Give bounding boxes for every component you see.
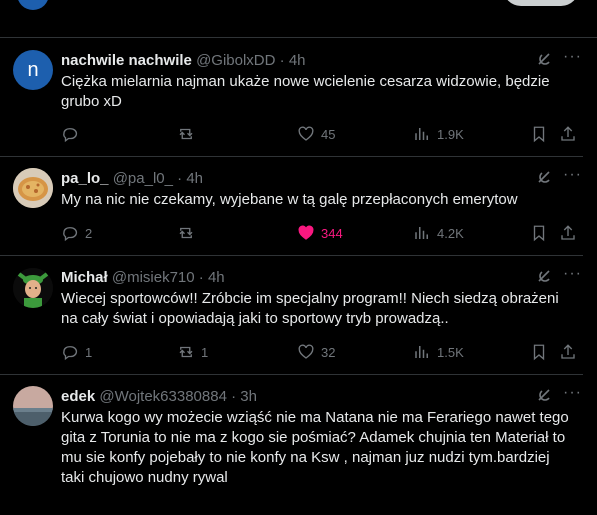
heart-icon <box>298 126 314 141</box>
bookmark-button[interactable] <box>530 124 548 144</box>
separator: · <box>231 388 237 405</box>
views-count: 1.9K <box>437 126 464 142</box>
tweet-header: nachwile nachwile @GibolxDD · 4h <box>61 52 306 69</box>
grok-icon[interactable] <box>536 170 552 186</box>
tweet[interactable]: Michał @misiek710 · 4h ··· Wiecej sporto… <box>0 256 583 375</box>
views-icon <box>415 128 428 140</box>
tweet-text: My na nic nie czekamy, wyjebane w tą gal… <box>61 191 518 208</box>
reply-icon <box>63 128 78 143</box>
bookmark-button[interactable] <box>530 223 548 243</box>
food-avatar-icon <box>13 168 53 208</box>
heart-icon <box>298 344 314 359</box>
views-icon <box>415 346 428 358</box>
bookmark-icon <box>533 126 545 143</box>
author-handle[interactable]: @GibolxDD <box>196 52 275 69</box>
tweet-text: Wiecej sportowców!! Zróbcie im specjalny… <box>61 290 559 327</box>
partial-button[interactable] <box>503 0 579 6</box>
reply-count: 1 <box>85 344 93 360</box>
separator: · <box>177 170 183 187</box>
timestamp[interactable]: 4h <box>208 269 225 286</box>
views-icon <box>415 227 428 239</box>
avatar[interactable] <box>13 386 53 426</box>
views-count: 4.2K <box>437 225 464 241</box>
author-handle[interactable]: @misiek710 <box>112 269 195 286</box>
bookmark-icon <box>533 344 545 361</box>
bookmark-icon <box>533 225 545 242</box>
repost-icon <box>179 128 193 140</box>
tweet[interactable]: n nachwile nachwile @GibolxDD · 4h ··· C… <box>0 38 583 157</box>
reply-count: 2 <box>85 225 93 241</box>
share-button[interactable] <box>559 342 577 362</box>
tweet-actions: 2 344 4.2K <box>61 223 581 243</box>
grok-icon[interactable] <box>536 269 552 285</box>
like-button[interactable]: 32 <box>297 342 335 362</box>
like-count: 344 <box>321 225 343 241</box>
views-count: 1.5K <box>437 344 464 360</box>
tweet-text: Kurwa kogo wy możecie wziąść nie ma Nata… <box>61 409 569 486</box>
views-button[interactable]: 1.9K <box>413 124 464 144</box>
reply-button[interactable]: 2 <box>61 223 92 243</box>
repost-icon <box>179 227 193 239</box>
views-button[interactable]: 1.5K <box>413 342 464 362</box>
avatar[interactable] <box>13 168 53 208</box>
reply-button[interactable]: 1 <box>61 342 92 362</box>
avatar[interactable] <box>17 0 49 10</box>
bookmark-button[interactable] <box>530 342 548 362</box>
author-name[interactable]: Michał <box>61 269 108 286</box>
like-button[interactable]: 344 <box>297 223 343 243</box>
separator: · <box>198 269 204 286</box>
tweet[interactable]: edek @Wojtek63380884 · 3h ··· Kurwa kogo… <box>0 375 583 515</box>
like-button[interactable]: 45 <box>297 124 335 144</box>
author-handle[interactable]: @pa_l0_ <box>113 170 173 187</box>
repost-icon <box>179 346 193 358</box>
tweet-header: edek @Wojtek63380884 · 3h <box>61 388 257 405</box>
reply-button[interactable] <box>61 124 85 144</box>
more-icon[interactable]: ··· <box>563 265 582 283</box>
repost-button[interactable] <box>177 124 201 144</box>
more-icon[interactable]: ··· <box>563 166 582 184</box>
grok-icon[interactable] <box>536 52 552 68</box>
author-name[interactable]: nachwile nachwile <box>61 52 192 69</box>
more-icon[interactable]: ··· <box>563 48 582 66</box>
author-handle[interactable]: @Wojtek63380884 <box>99 388 227 405</box>
views-button[interactable]: 4.2K <box>413 223 464 243</box>
tweet-header: Michał @misiek710 · 4h <box>61 269 225 286</box>
tweet-text: Ciężka mielarnia najman ukaże nowe wciel… <box>61 73 550 110</box>
tweet-actions: 1 1 32 1.5K <box>61 342 581 362</box>
share-icon <box>561 126 575 141</box>
share-icon <box>561 344 575 359</box>
like-count: 32 <box>321 344 336 360</box>
repost-button[interactable]: 1 <box>177 342 208 362</box>
share-button[interactable] <box>559 124 577 144</box>
avatar[interactable]: n <box>13 50 53 90</box>
repost-count: 1 <box>201 344 209 360</box>
character-avatar-icon <box>13 268 53 308</box>
author-name[interactable]: pa_lo_ <box>61 170 109 187</box>
avatar[interactable] <box>13 268 53 308</box>
share-icon <box>561 225 575 240</box>
more-icon[interactable]: ··· <box>563 384 582 402</box>
reply-icon <box>63 346 78 361</box>
repost-button[interactable] <box>177 223 201 243</box>
separator: · <box>279 52 285 69</box>
top-partial-tweet <box>0 0 597 38</box>
share-button[interactable] <box>559 223 577 243</box>
timestamp[interactable]: 4h <box>289 52 306 69</box>
timestamp[interactable]: 3h <box>240 388 257 405</box>
reply-icon <box>63 227 78 242</box>
timestamp[interactable]: 4h <box>186 170 203 187</box>
avatar-letter: n <box>27 58 39 81</box>
tweet-header: pa_lo_ @pa_l0_ · 4h <box>61 170 203 187</box>
author-name[interactable]: edek <box>61 388 95 405</box>
landscape-avatar-icon <box>13 386 53 426</box>
tweet-actions: 45 1.9K <box>61 124 581 144</box>
tweet[interactable]: pa_lo_ @pa_l0_ · 4h ··· My na nic nie cz… <box>0 157 583 256</box>
like-count: 45 <box>321 126 336 142</box>
grok-icon[interactable] <box>536 388 552 404</box>
heart-icon <box>298 225 314 240</box>
